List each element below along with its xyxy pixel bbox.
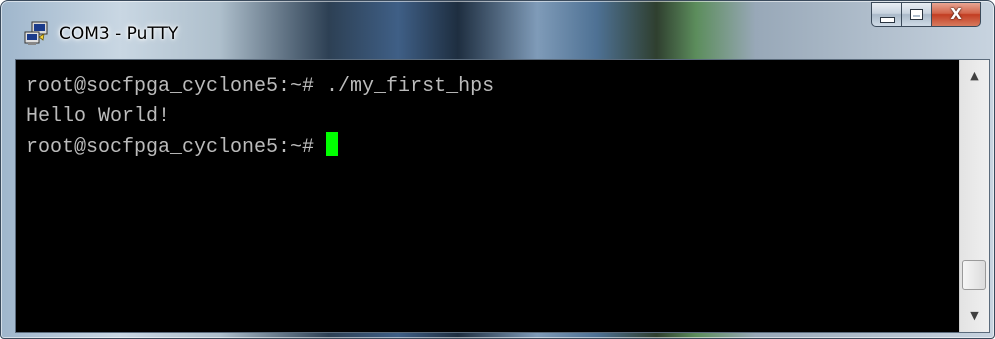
putty-icon[interactable] xyxy=(23,21,49,47)
terminal-output[interactable]: root@socfpga_cyclone5:~# ./my_first_hps … xyxy=(16,60,959,332)
scroll-down-arrow-icon[interactable]: ▼ xyxy=(960,304,989,328)
terminal-line: Hello World! xyxy=(26,105,171,128)
caption-buttons: X xyxy=(871,2,981,27)
client-area: root@socfpga_cyclone5:~# ./my_first_hps … xyxy=(15,59,990,333)
title-bar[interactable]: COM3 - PuTTY X xyxy=(1,1,994,59)
vertical-scrollbar[interactable]: ▲ ▼ xyxy=(959,60,989,332)
terminal-cursor xyxy=(326,132,339,156)
maximize-button[interactable] xyxy=(901,2,931,27)
minimize-icon xyxy=(880,17,895,23)
terminal-prompt: root@socfpga_cyclone5:~# xyxy=(26,136,327,159)
minimize-button[interactable] xyxy=(871,2,901,27)
maximize-icon xyxy=(910,9,923,20)
terminal-prompt-line: root@socfpga_cyclone5:~# xyxy=(26,132,959,162)
terminal-line: root@socfpga_cyclone5:~# ./my_first_hps xyxy=(26,75,495,98)
putty-window: COM3 - PuTTY X root@socfpga_cyclone5:~# … xyxy=(0,0,995,339)
scroll-up-arrow-icon[interactable]: ▲ xyxy=(960,64,989,88)
window-title: COM3 - PuTTY xyxy=(59,24,179,44)
close-icon: X xyxy=(950,5,962,23)
scrollbar-thumb[interactable] xyxy=(962,260,986,290)
close-button[interactable]: X xyxy=(931,2,981,27)
